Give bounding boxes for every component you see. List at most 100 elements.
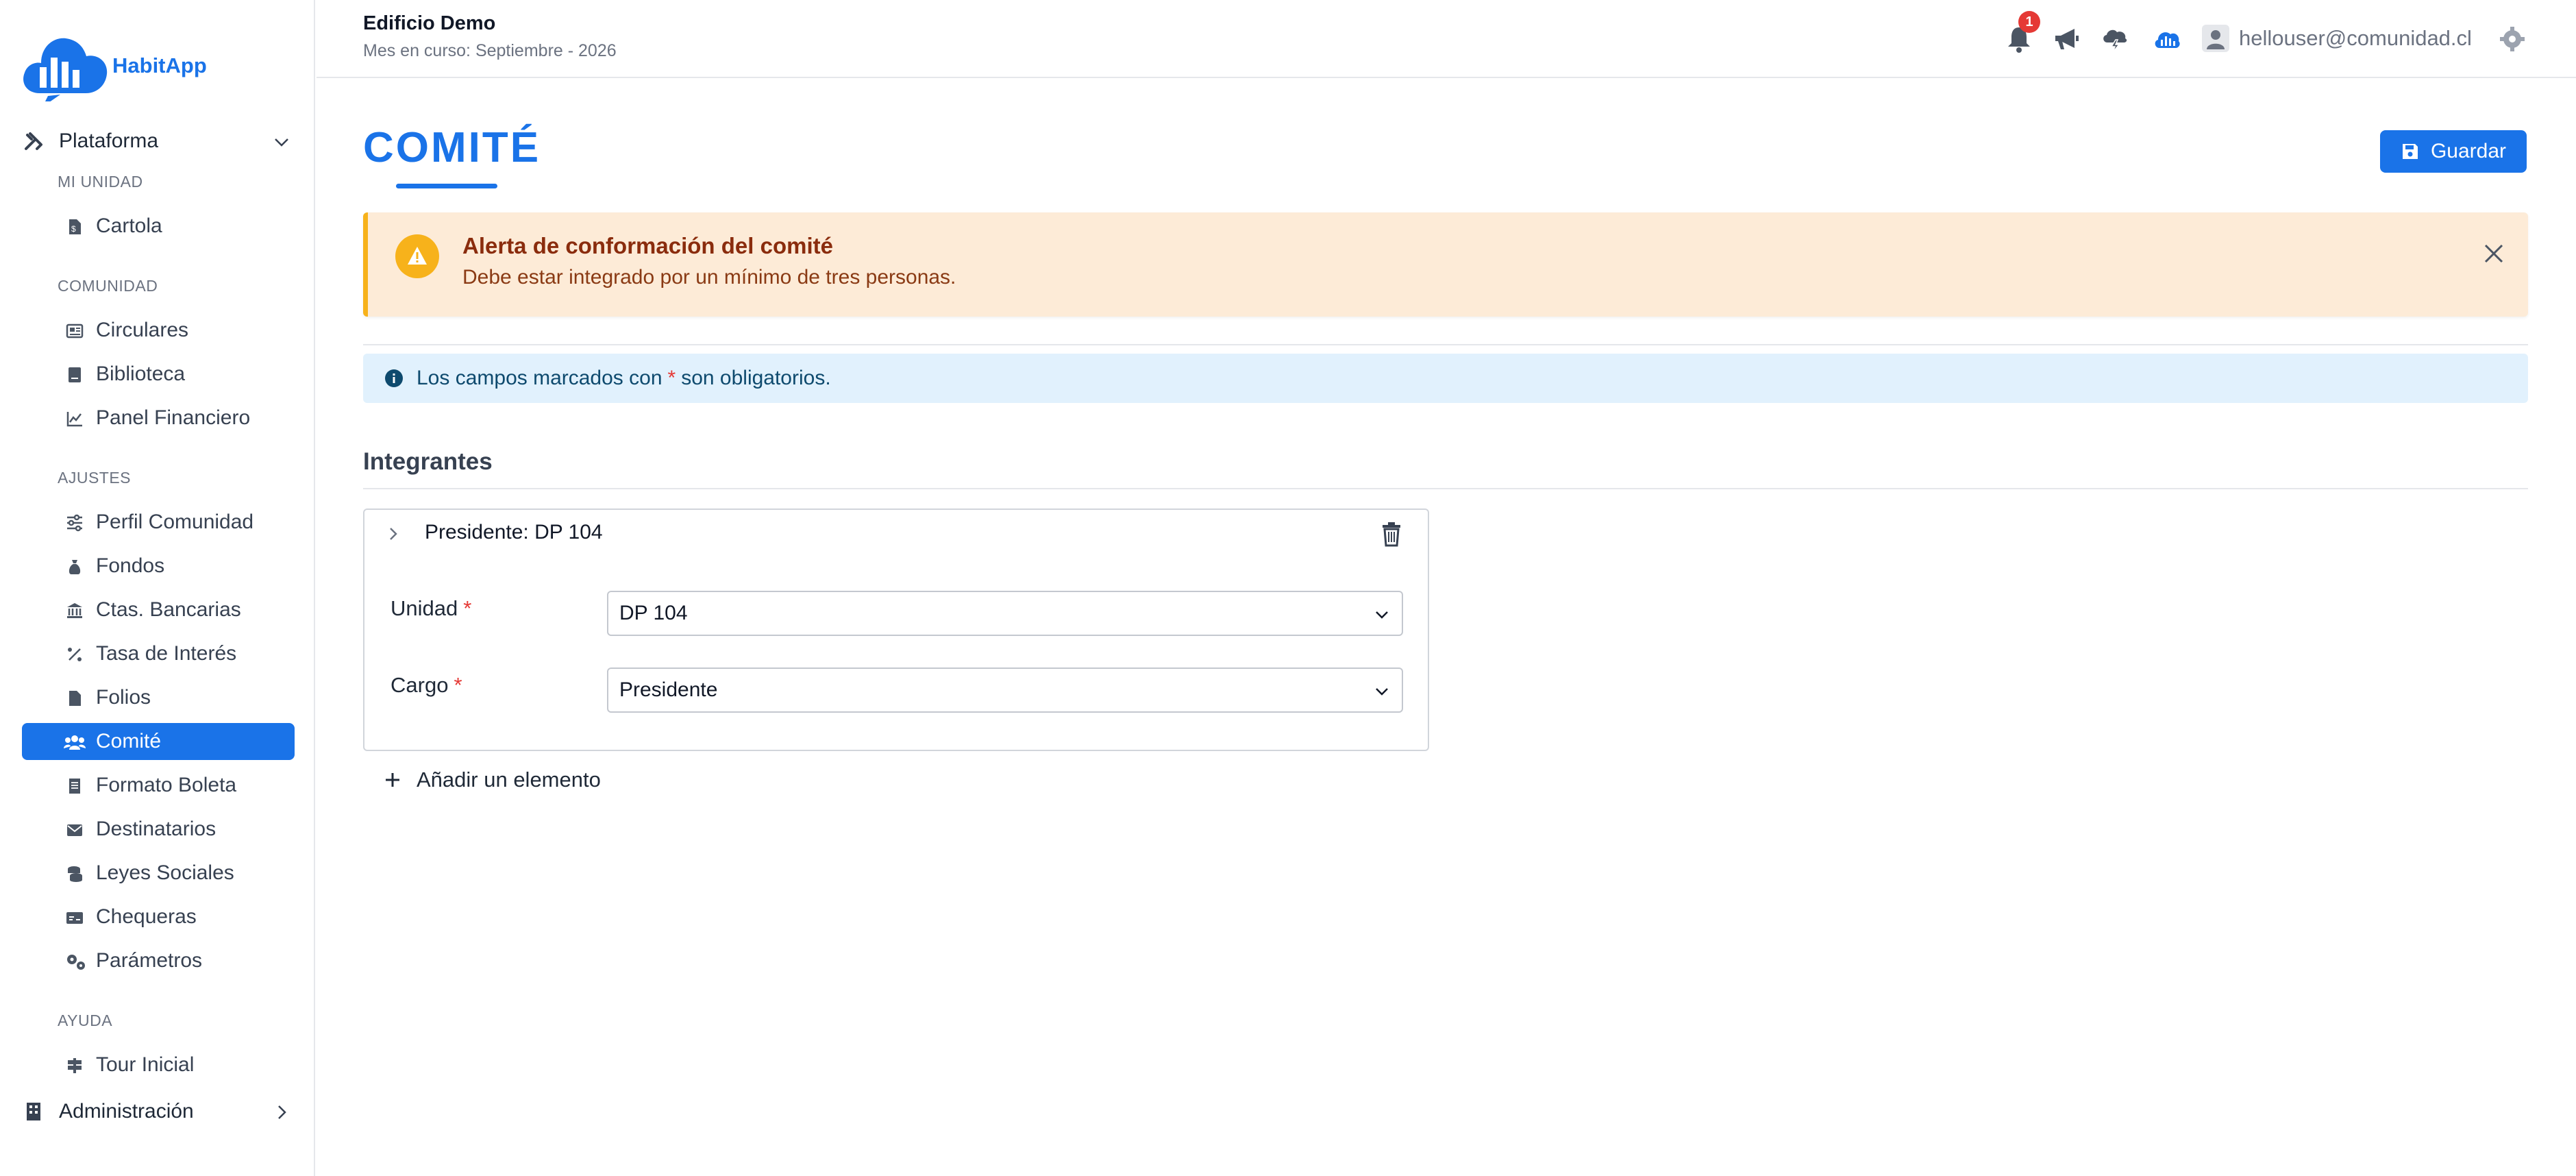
plus-icon — [386, 773, 399, 787]
sidebar-item-label: Comité — [96, 730, 162, 752]
section-title-ayuda: AYUDA — [58, 1012, 113, 1029]
unidad-select-value: DP 104 — [619, 602, 688, 624]
alert-text: Debe estar integrado por un mínimo de tr… — [462, 266, 956, 289]
nav-group-plataforma[interactable]: Plataforma — [22, 119, 301, 163]
line-chart-icon — [66, 412, 82, 427]
cloud-chart-icon[interactable] — [2153, 25, 2181, 53]
cargo-label-text: Cargo — [391, 673, 449, 697]
sidebar-item-tour-inicial[interactable]: Tour Inicial — [22, 1046, 295, 1083]
sidebar-item-destinatarios[interactable]: Destinatarios — [22, 811, 295, 848]
invoice-icon: $ — [69, 219, 81, 234]
cargo-label: Cargo * — [391, 673, 462, 698]
bank-icon — [67, 603, 82, 618]
percent-icon — [68, 648, 82, 661]
sidebar-item-comite[interactable]: Comité — [22, 723, 295, 760]
unidad-label: Unidad * — [391, 596, 471, 621]
chevron-right-icon — [278, 1105, 286, 1119]
sidebar-item-parametros[interactable]: Parámetros — [22, 942, 295, 979]
committee-alert: Alerta de conformación del comité Debe e… — [363, 212, 2528, 317]
required-asterisk: * — [463, 596, 472, 620]
chevron-down-icon — [1376, 688, 1388, 696]
chevron-right-icon[interactable] — [384, 522, 403, 546]
sidebar-item-label: Tasa de Interés — [96, 642, 237, 665]
cargo-select[interactable]: Presidente — [607, 667, 1403, 713]
file-icon — [69, 691, 81, 706]
alert-title: Alerta de conformación del comité — [462, 233, 833, 258]
money-bag-icon — [69, 560, 81, 574]
floppy-disk-icon — [2402, 144, 2418, 159]
sidebar-item-label: Parámetros — [96, 949, 203, 972]
sidebar-item-label: Biblioteca — [96, 363, 186, 385]
sidebar-item-label: Perfil Comunidad — [96, 511, 254, 533]
chevron-down-icon — [275, 138, 288, 147]
info-text-suffix: son obligatorios. — [681, 367, 831, 389]
sidebar-item-circulares[interactable]: Circulares — [22, 312, 295, 349]
megaphone-icon[interactable] — [2053, 25, 2081, 53]
user-avatar-icon — [2202, 25, 2229, 52]
app-root: HabitApp Plataforma MI UNIDAD $ Cartola … — [0, 0, 2576, 1176]
save-button[interactable]: Guardar — [2380, 130, 2527, 173]
logo-text: HabitApp — [112, 53, 207, 77]
section-title-ajustes: AJUSTES — [58, 469, 132, 487]
envelope-icon — [67, 824, 82, 836]
sidebar-item-folios[interactable]: Folios — [22, 679, 295, 716]
signs-post-icon — [68, 1058, 82, 1073]
sidebar-item-label: Folios — [96, 686, 151, 709]
gear-icon[interactable] — [2499, 26, 2525, 52]
sliders-icon — [67, 514, 82, 532]
sidebar-item-label: Ctas. Bancarias — [96, 598, 241, 621]
divider — [363, 344, 2528, 345]
unidad-label-text: Unidad — [391, 596, 458, 620]
sidebar-item-cartola[interactable]: $ Cartola — [22, 208, 295, 245]
title-underline — [396, 184, 497, 188]
sidebar-item-panel-financiero[interactable]: Panel Financiero — [22, 400, 295, 437]
section-divider — [363, 488, 2528, 489]
sidebar-item-label: Destinatarios — [96, 818, 216, 840]
receipt-icon — [69, 779, 80, 794]
sidebar-item-label: Leyes Sociales — [96, 861, 234, 884]
warning-icon — [395, 234, 439, 278]
sidebar-item-chequeras[interactable]: Chequeras — [22, 898, 295, 935]
nav-group-label: Administración — [59, 1100, 194, 1123]
svg-text:$: $ — [71, 224, 76, 234]
coins-icon — [68, 866, 82, 882]
member-title: Presidente: DP 104 — [425, 521, 603, 543]
sidebar-item-label: Panel Financiero — [96, 406, 251, 429]
info-circle-icon — [385, 369, 403, 387]
user-email: hellouser@comunidad.cl — [2239, 26, 2472, 50]
required-fields-info: Los campos marcados con * son obligatori… — [363, 354, 2528, 403]
sidebar-item-label: Formato Boleta — [96, 774, 237, 796]
gears-icon — [67, 955, 85, 970]
required-asterisk: * — [667, 367, 676, 389]
save-button-label: Guardar — [2430, 140, 2507, 162]
sidebar-item-leyes-sociales[interactable]: Leyes Sociales — [22, 855, 295, 892]
user-menu[interactable]: hellouser@comunidad.cl — [2201, 23, 2472, 53]
sidebar-item-label: Cartola — [96, 215, 162, 237]
sidebar-item-biblioteca[interactable]: Biblioteca — [22, 356, 295, 393]
info-text-prefix: Los campos marcados con — [417, 367, 662, 389]
notification-badge: 1 — [2018, 11, 2040, 33]
cloud-bolt-icon[interactable] — [2101, 25, 2129, 53]
nav-group-administracion[interactable]: Administración — [22, 1090, 301, 1134]
book-icon — [69, 367, 81, 382]
sidebar-item-fondos[interactable]: Fondos — [22, 548, 295, 585]
logo[interactable]: HabitApp — [21, 19, 212, 107]
cargo-select-value: Presidente — [619, 678, 718, 701]
section-title-integrantes: Integrantes — [363, 448, 493, 475]
sidebar-item-label: Chequeras — [96, 905, 197, 928]
sidebar-item-perfil-comunidad[interactable]: Perfil Comunidad — [22, 504, 295, 541]
building-name: Edificio Demo — [363, 12, 496, 34]
sidebar-item-tasa-interes[interactable]: Tasa de Interés — [22, 635, 295, 672]
page-title: COMITÉ — [363, 124, 541, 171]
sidebar-item-label: Tour Inicial — [96, 1053, 195, 1076]
nav-group-label: Plataforma — [59, 130, 159, 152]
unidad-select[interactable]: DP 104 — [607, 591, 1403, 636]
sidebar-item-formato-boleta[interactable]: Formato Boleta — [22, 767, 295, 804]
sidebar-item-ctas-bancarias[interactable]: Ctas. Bancarias — [22, 591, 295, 628]
current-period: Mes en curso: Septiembre - 2026 — [363, 41, 617, 60]
add-element-button[interactable]: Añadir un elemento — [384, 765, 601, 795]
close-icon[interactable] — [2480, 240, 2507, 267]
sidebar-item-label: Circulares — [96, 319, 189, 341]
trash-icon[interactable] — [1380, 521, 1403, 547]
sidebar-item-label: Fondos — [96, 554, 165, 577]
